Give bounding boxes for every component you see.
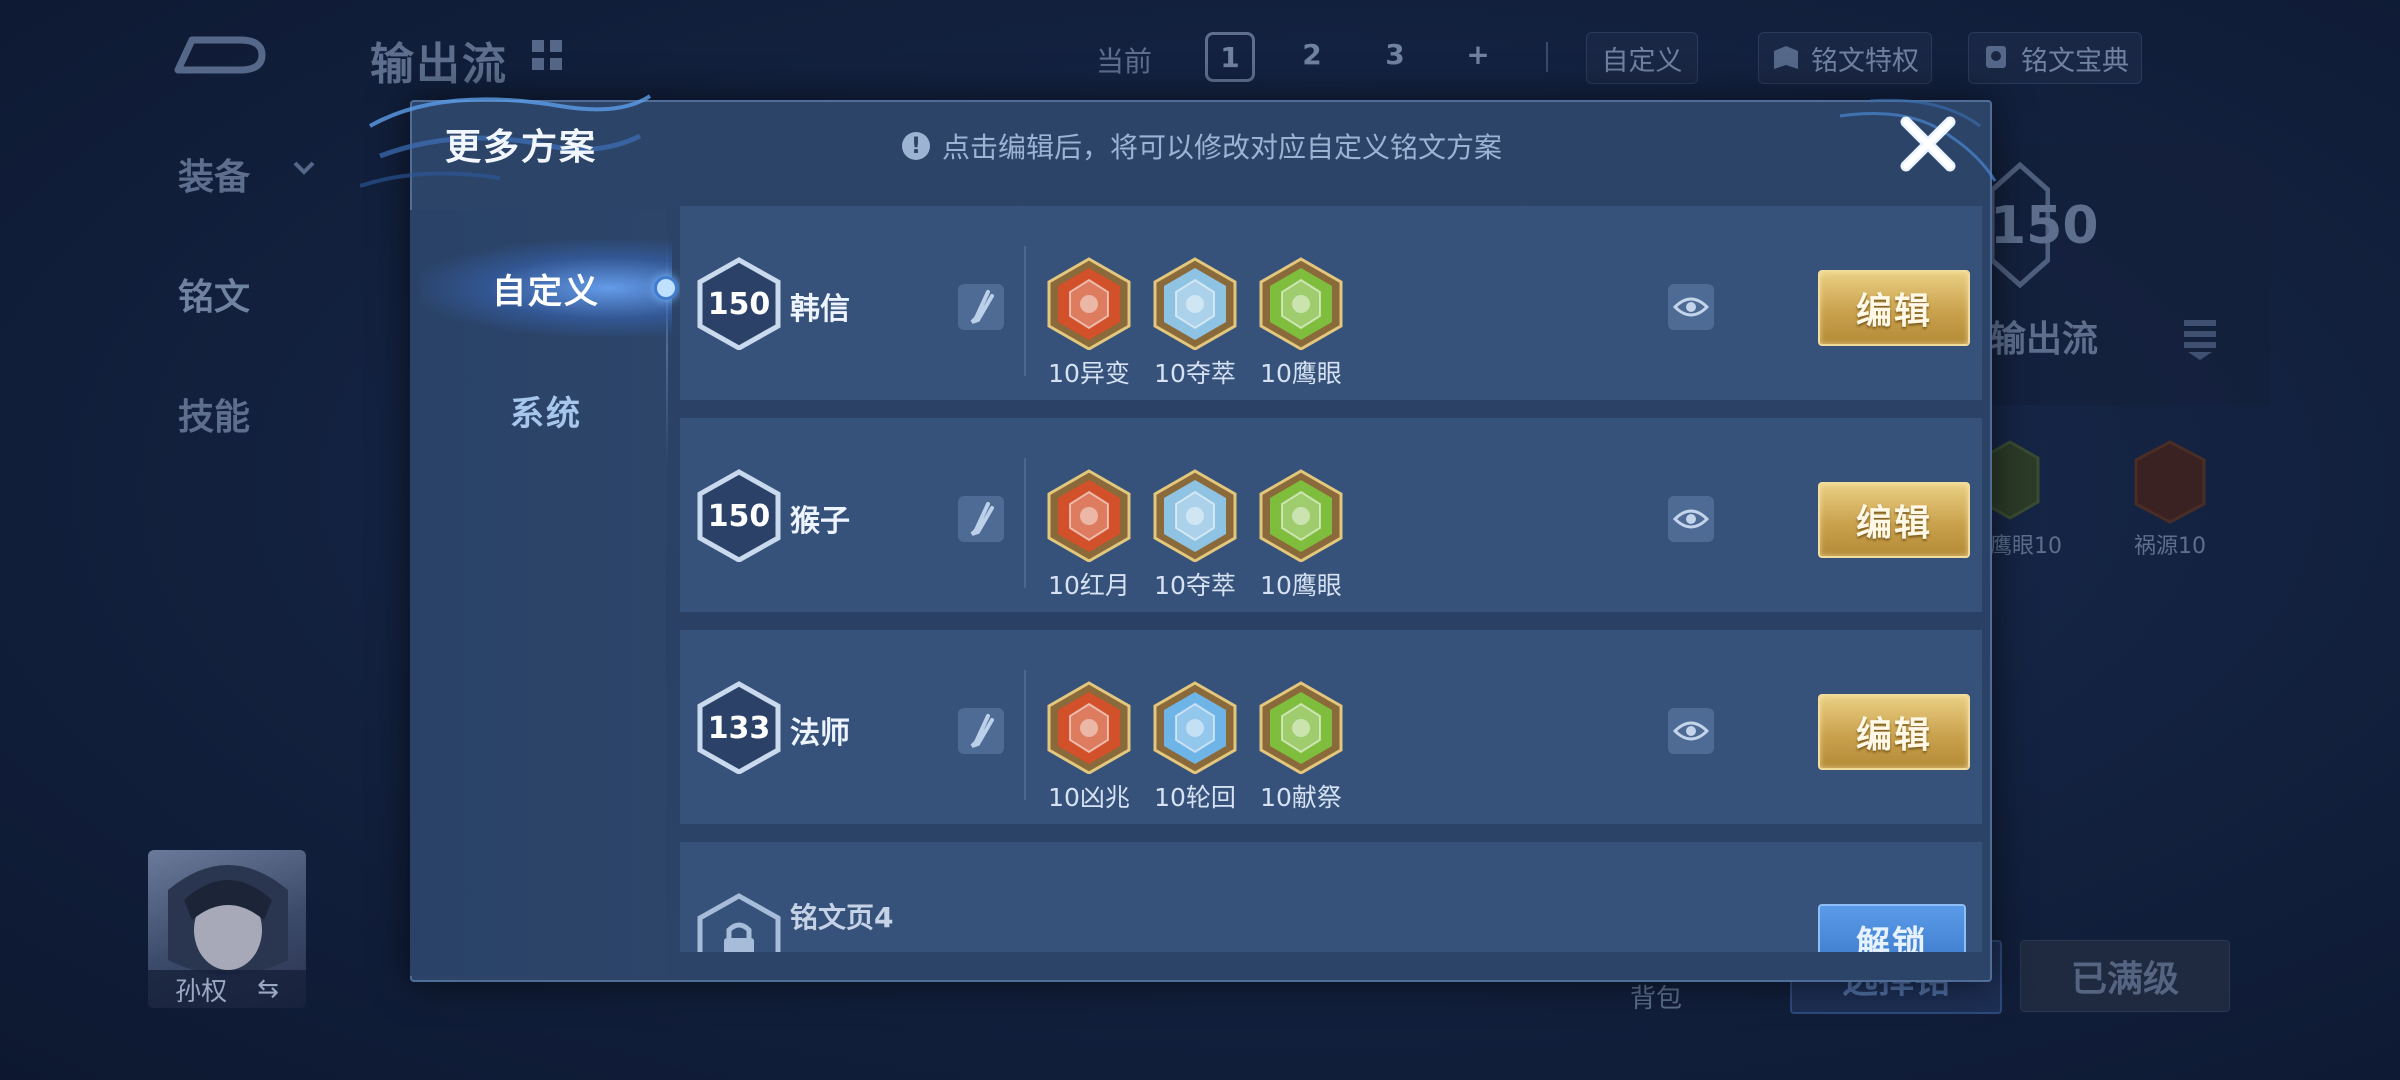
rune-label: 10夺萃 <box>1154 571 1236 600</box>
add-page-button[interactable]: + <box>1456 32 1500 76</box>
back-button[interactable] <box>170 30 270 80</box>
bg-level-text: 150 <box>1990 196 2099 256</box>
bg-rune-red-icon <box>2134 440 2206 524</box>
modal-title: 更多方案 <box>445 127 598 168</box>
preview-button[interactable] <box>1668 284 1714 330</box>
close-icon <box>1900 116 1956 172</box>
red-rune-xiongzhao-icon <box>1047 681 1131 774</box>
preview-button[interactable] <box>1668 708 1714 754</box>
blue-rune-lunhui-icon <box>1153 681 1237 774</box>
codex-icon <box>1986 46 2006 68</box>
grid-icon[interactable] <box>530 38 564 72</box>
rune-label: 10红月 <box>1048 571 1130 600</box>
page-tab-3[interactable]: 3 <box>1373 32 1417 76</box>
scheme-name: 猴子 <box>790 504 850 539</box>
maxed-button[interactable]: 已满级 <box>2020 940 2230 1012</box>
page-tab-1[interactable]: 1 <box>1205 32 1255 82</box>
rune-label: 10献祭 <box>1260 783 1342 812</box>
rune-item[interactable]: 10夺萃 <box>1152 256 1238 390</box>
locked-page-name: 铭文页4 <box>790 901 894 934</box>
swap-icon: ⇆ <box>257 974 279 1004</box>
green-rune-yingyan-icon <box>1259 469 1343 562</box>
scheme-row: 150 韩信 10异变 10夺萃 10鹰眼 编辑 <box>680 206 1982 400</box>
divider <box>1546 42 1548 72</box>
current-label: 当前 <box>1096 45 1153 78</box>
edit-button[interactable]: 编辑 <box>1818 694 1970 770</box>
level-hex-icon: 150 <box>696 256 782 351</box>
hint-text-row: ! 点击编辑后，将可以修改对应自定义铭文方案 <box>902 126 1502 166</box>
rename-button[interactable] <box>958 284 1004 330</box>
nav-equipment[interactable]: 装备 <box>178 148 250 200</box>
chevron-down-icon <box>292 160 316 180</box>
back-arrow-icon <box>174 36 266 74</box>
rune-item[interactable]: 10鹰眼 <box>1258 256 1344 390</box>
scheme-row: 150 猴子 10红月 10夺萃 10鹰眼 编辑 <box>680 418 1982 612</box>
page-title: 输出流 <box>370 39 508 90</box>
rune-item[interactable]: 10鹰眼 <box>1258 468 1344 602</box>
bag-label: 背包 <box>1630 984 1683 1014</box>
hero-name-bar[interactable]: 孙权 ⇆ <box>148 970 306 1008</box>
bg-scheme-name: 输出流 <box>1990 319 2099 360</box>
level-text: 150 <box>708 499 771 534</box>
menu-icon[interactable] <box>2180 316 2220 366</box>
eye-icon <box>1673 721 1709 741</box>
page-tab-2[interactable]: 2 <box>1290 32 1334 76</box>
hint-text: 点击编辑后，将可以修改对应自定义铭文方案 <box>942 131 1503 164</box>
eye-icon <box>1673 509 1709 529</box>
bg-rune-label-2: 祸源10 <box>2134 534 2206 559</box>
locked-scheme-row: 铭文页4 解锁 <box>680 842 1982 952</box>
rune-label: 10夺萃 <box>1154 359 1236 388</box>
bg-rune-label-1: 鹰眼10 <box>1990 534 2062 559</box>
edit-button[interactable]: 编辑 <box>1818 482 1970 558</box>
rune-label: 10异变 <box>1048 359 1130 388</box>
info-icon: ! <box>902 132 930 160</box>
rune-label: 10鹰眼 <box>1260 571 1342 600</box>
rune-label: 10轮回 <box>1154 783 1236 812</box>
row-divider <box>1024 246 1026 376</box>
nav-runes[interactable]: 铭文 <box>178 268 250 320</box>
rune-label: 10凶兆 <box>1048 783 1130 812</box>
rune-item[interactable]: 10红月 <box>1046 468 1132 602</box>
rune-item[interactable]: 10凶兆 <box>1046 680 1132 814</box>
privilege-button[interactable]: 铭文特权 <box>1758 32 1932 84</box>
edit-button[interactable]: 编辑 <box>1818 270 1970 346</box>
rune-label: 10鹰眼 <box>1260 359 1342 388</box>
preview-button[interactable] <box>1668 496 1714 542</box>
red-rune-yibian-icon <box>1047 257 1131 350</box>
level-hex-icon: 133 <box>696 680 782 775</box>
pen-icon <box>970 290 994 324</box>
rune-item[interactable]: 10轮回 <box>1152 680 1238 814</box>
green-rune-yingyan-icon <box>1259 257 1343 350</box>
scheme-name: 法师 <box>790 716 850 751</box>
pen-icon <box>970 714 994 748</box>
level-text: 150 <box>708 287 771 322</box>
active-tab-indicator <box>654 276 678 300</box>
blue-rune-duocui-icon <box>1153 257 1237 350</box>
rename-button[interactable] <box>958 708 1004 754</box>
lock-hex-icon <box>696 892 782 952</box>
tab-system[interactable]: 系统 <box>420 380 672 440</box>
rune-item[interactable]: 10夺萃 <box>1152 468 1238 602</box>
codex-button[interactable]: 铭文宝典 <box>1968 32 2142 84</box>
close-button[interactable] <box>1896 112 1960 176</box>
scheme-row: 133 法师 10凶兆 10轮回 10献祭 编辑 <box>680 630 1982 824</box>
book-icon <box>1774 46 1798 69</box>
green-rune-xianji-icon <box>1259 681 1343 774</box>
rune-item[interactable]: 10献祭 <box>1258 680 1344 814</box>
custom-button[interactable]: 自定义 <box>1586 32 1698 84</box>
level-hex-icon: 150 <box>696 468 782 563</box>
row-divider <box>1024 458 1026 588</box>
tab-custom[interactable]: 自定义 <box>420 240 672 336</box>
nav-skills[interactable]: 技能 <box>178 388 250 440</box>
blue-rune-duocui-icon <box>1153 469 1237 562</box>
unlock-button[interactable]: 解锁 <box>1818 904 1966 952</box>
scheme-name: 韩信 <box>790 292 850 327</box>
rename-button[interactable] <box>958 496 1004 542</box>
rune-item[interactable]: 10异变 <box>1046 256 1132 390</box>
row-divider <box>1024 670 1026 800</box>
level-text: 133 <box>708 711 771 746</box>
eye-icon <box>1673 297 1709 317</box>
pen-icon <box>970 502 994 536</box>
red-rune-hongyue-icon <box>1047 469 1131 562</box>
